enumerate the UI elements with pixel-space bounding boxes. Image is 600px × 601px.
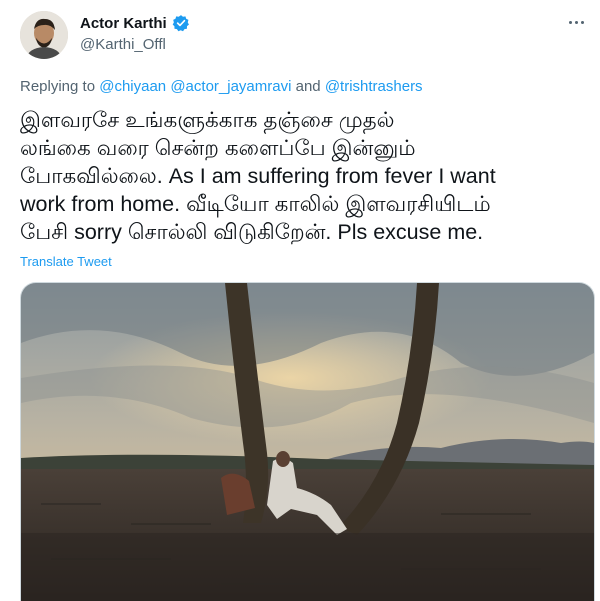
- tweet-text-line: இளவரசே உங்களுக்காக தஞ்சை முதல்: [20, 108, 395, 132]
- author-name-row: Actor Karthi: [80, 14, 190, 32]
- mention-actor-jayamravi[interactable]: @actor_jayamravi: [170, 78, 291, 95]
- tweet-text-line: லங்கை வரை சென்ற களைப்பே இன்னும்: [20, 136, 416, 160]
- more-options-icon[interactable]: [562, 12, 590, 32]
- tweet-text-line: பேசி sorry சொல்லி விடுகிறேன். Pls excuse…: [20, 220, 484, 244]
- replying-to-line: Replying to @chiyaan @actor_jayamravi an…: [20, 78, 423, 95]
- replying-to-prefix: Replying to: [20, 78, 96, 95]
- tweet-text-line: work from home. வீடியோ காலில் இளவரசியிடம…: [20, 192, 491, 216]
- replying-to-connector: and: [295, 78, 321, 95]
- photo-field-palm-trees: [21, 283, 594, 601]
- tweet-text-line: போகவில்லை. As I am suffering from fever …: [20, 164, 496, 188]
- avatar-image: [20, 11, 68, 59]
- translate-tweet-link[interactable]: Translate Tweet: [20, 254, 112, 269]
- verified-badge-icon: [172, 14, 190, 32]
- display-name[interactable]: Actor Karthi: [80, 15, 167, 32]
- tweet-media-photo[interactable]: [20, 282, 595, 601]
- handle[interactable]: @Karthi_Offl: [80, 36, 166, 53]
- tweet-text: இளவரசே உங்களுக்காக தஞ்சை முதல் லங்கை வரை…: [20, 106, 588, 246]
- mention-chiyaan[interactable]: @chiyaan: [99, 78, 166, 95]
- avatar[interactable]: [20, 11, 68, 59]
- mention-trishtrashers[interactable]: @trishtrashers: [325, 78, 423, 95]
